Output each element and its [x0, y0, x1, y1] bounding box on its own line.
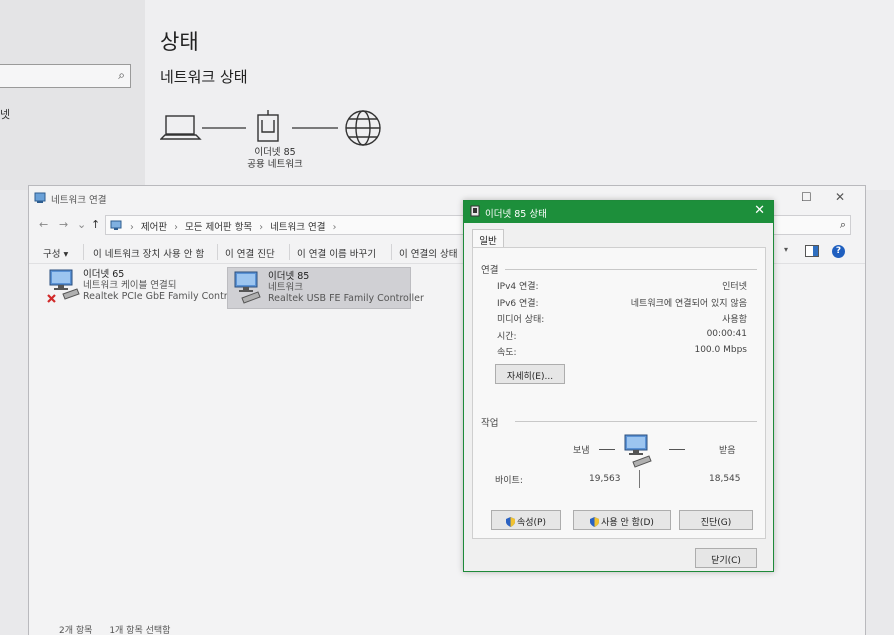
view-options-chevron-icon[interactable]: ▾: [784, 245, 788, 254]
selected-count: 1개 항목 선택함: [109, 626, 171, 635]
ethernet-port-icon: [257, 110, 279, 142]
globe-icon: [345, 110, 381, 146]
control-panel-icon: [110, 220, 122, 230]
network-caption: 이더넷 85 공용 네트워크: [240, 147, 310, 171]
folder-search-input[interactable]: ⌕: [769, 215, 851, 235]
organize-menu[interactable]: 구성 ▾: [43, 246, 68, 260]
preview-pane-icon[interactable]: [805, 245, 819, 257]
page-title: 상태: [160, 30, 199, 54]
connection-status: 네트워크 케이블 연결되: [83, 280, 177, 291]
bytes-sent: 19,563: [589, 474, 621, 484]
media-state-value: 사용함: [722, 315, 747, 325]
bytes-received: 18,545: [709, 474, 741, 484]
connection-name: 이더넷 85: [268, 271, 310, 282]
ethernet-status-dialog: 이더넷 85 상태 ✕ 일반 연결 IPv4 연결: 인터넷 IPv6 연결: …: [463, 200, 774, 572]
network-type: 공용 네트워크: [247, 159, 303, 170]
diagnose-button[interactable]: 이 연결 진단: [225, 246, 275, 260]
rename-button[interactable]: 이 연결 이름 바꾸기: [297, 246, 376, 260]
details-button[interactable]: 자세히(E)...: [495, 364, 565, 384]
section-title: 네트워크 상태: [160, 68, 248, 86]
diagnose-button[interactable]: 진단(G): [679, 510, 753, 530]
settings-sidebar: ⌕ 넷: [0, 0, 145, 190]
media-state-label: 미디어 상태:: [497, 315, 545, 325]
properties-button[interactable]: 속성(P): [491, 510, 561, 530]
connection-item-ethernet-65[interactable]: 이더넷 65 네트워크 케이블 연결되 Realtek PCIe GbE Fam…: [43, 266, 248, 308]
forward-arrow-icon[interactable]: →: [59, 218, 68, 231]
network-activity-icon: [624, 434, 652, 468]
ipv4-label: IPv4 연결:: [497, 282, 539, 292]
duration-label: 시간:: [497, 332, 517, 342]
maximize-icon[interactable]: ☐: [801, 190, 812, 204]
shield-icon: [505, 517, 515, 527]
ipv6-value: 네트워크에 연결되어 있지 않음: [630, 299, 747, 309]
breadcrumb-control-panel[interactable]: 제어판: [141, 222, 167, 233]
properties-label: 속성(P): [516, 518, 546, 528]
back-arrow-icon[interactable]: ←: [39, 218, 48, 231]
search-icon[interactable]: ⌕: [118, 68, 125, 83]
settings-search-box[interactable]: ⌕: [0, 64, 131, 88]
disable-label: 사용 안 함(D): [601, 518, 654, 528]
breadcrumb-all-items[interactable]: 모든 제어판 항목: [185, 222, 252, 233]
connection-status: 네트워크: [268, 282, 303, 293]
disable-button[interactable]: 사용 안 함(D): [573, 510, 671, 530]
dialog-title: 이더넷 85 상태: [485, 209, 547, 220]
search-icon[interactable]: ⌕: [840, 218, 846, 232]
laptop-icon: [160, 115, 202, 140]
view-status-button[interactable]: 이 연결의 상태: [399, 246, 457, 260]
item-count: 2개 항목: [59, 626, 93, 635]
window-title: 네트워크 연결: [51, 195, 107, 206]
address-bar[interactable]: › 제어판 › 모든 제어판 항목 › 네트워크 연결 ›: [105, 215, 465, 235]
connection-name: 이더넷 65: [83, 269, 125, 280]
ethernet-connected-icon: [234, 271, 261, 304]
speed-label: 속도:: [497, 348, 517, 358]
close-icon[interactable]: ✕: [754, 203, 765, 218]
up-arrow-icon[interactable]: ↑: [91, 218, 100, 231]
sent-label: 보냄: [573, 446, 590, 456]
connection-adapter: Realtek USB FE Family Controller: [268, 293, 424, 304]
ipv6-label: IPv6 연결:: [497, 299, 539, 309]
general-panel: 연결 IPv4 연결: 인터넷 IPv6 연결: 네트워크에 연결되어 있지 않…: [472, 247, 766, 539]
close-icon[interactable]: ✕: [835, 190, 845, 204]
status-bar: 2개 항목 1개 항목 선택함: [59, 623, 184, 635]
disable-device-button[interactable]: 이 네트워크 장치 사용 안 함: [93, 246, 204, 260]
received-label: 받음: [719, 446, 736, 456]
tab-general[interactable]: 일반: [472, 229, 504, 247]
ethernet-disconnected-icon: [47, 269, 80, 303]
bytes-label: 바이트:: [495, 476, 523, 486]
duration-value: 00:00:41: [706, 329, 747, 339]
recent-chevron-icon[interactable]: ⌄: [77, 218, 86, 231]
connection-item-ethernet-85[interactable]: 이더넷 85 네트워크 Realtek USB FE Family Contro…: [227, 267, 424, 309]
connection-group-label: 연결: [481, 265, 499, 276]
breadcrumb-network-connections[interactable]: 네트워크 연결: [270, 222, 325, 233]
shield-icon: [590, 517, 600, 527]
connection-adapter: Realtek PCIe GbE Family Controll...: [83, 291, 248, 302]
close-button[interactable]: 닫기(C): [695, 548, 757, 568]
network-folder-icon: [34, 192, 46, 203]
network-name: 이더넷 85: [254, 147, 296, 158]
sidebar-text-fragment: 넷: [0, 108, 11, 121]
activity-group-label: 작업: [481, 418, 499, 429]
ipv4-value: 인터넷: [722, 282, 747, 292]
dialog-titlebar: 이더넷 85 상태 ✕: [464, 201, 773, 223]
network-adapter-icon: [470, 205, 480, 217]
help-icon[interactable]: ?: [832, 245, 845, 258]
speed-value: 100.0 Mbps: [694, 345, 747, 355]
